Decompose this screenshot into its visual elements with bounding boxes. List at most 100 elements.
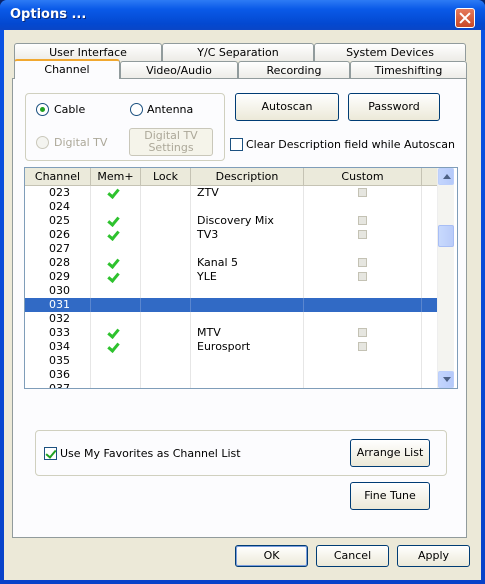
cell-lock[interactable] (141, 312, 191, 326)
cell-custom[interactable] (304, 270, 422, 284)
clear-description-label[interactable]: Clear Description field while Autoscan (246, 138, 455, 151)
cell-lock[interactable] (141, 242, 191, 256)
cell-custom[interactable] (304, 298, 422, 312)
header-lock[interactable]: Lock (141, 168, 191, 185)
antenna-label[interactable]: Antenna (147, 103, 193, 116)
antenna-radio[interactable] (130, 103, 143, 116)
custom-checkbox[interactable] (358, 216, 367, 225)
cell-custom[interactable] (304, 242, 422, 256)
cell-mem[interactable] (91, 242, 141, 256)
fine-tune-button[interactable]: Fine Tune (350, 482, 430, 510)
cell-lock[interactable] (141, 326, 191, 340)
cell-desc[interactable]: TV3 (191, 228, 304, 242)
cell-custom[interactable] (304, 284, 422, 298)
custom-checkbox[interactable] (358, 328, 367, 337)
cell-desc[interactable] (191, 382, 304, 388)
cell-channel[interactable]: 028 (25, 256, 91, 270)
table-row[interactable]: 024 (25, 200, 439, 214)
cell-desc[interactable] (191, 200, 304, 214)
table-row[interactable]: 037 (25, 382, 439, 388)
custom-checkbox[interactable] (358, 342, 367, 351)
cell-channel[interactable]: 031 (25, 298, 91, 312)
cell-desc[interactable] (191, 368, 304, 382)
ok-button[interactable]: OK (235, 545, 308, 567)
table-row[interactable]: 027 (25, 242, 439, 256)
table-row[interactable]: 025 Discovery Mix (25, 214, 439, 228)
cell-mem[interactable] (91, 228, 141, 242)
cell-desc[interactable]: ZTV (191, 186, 304, 200)
table-row[interactable]: 030 (25, 284, 439, 298)
cell-mem[interactable] (91, 284, 141, 298)
cell-channel[interactable]: 030 (25, 284, 91, 298)
tab-timeshifting[interactable]: Timeshifting (350, 61, 467, 79)
cell-channel[interactable]: 024 (25, 200, 91, 214)
table-row[interactable]: 033 MTV (25, 326, 439, 340)
cell-lock[interactable] (141, 382, 191, 388)
cell-custom[interactable] (304, 200, 422, 214)
cell-mem[interactable] (91, 368, 141, 382)
cell-custom[interactable] (304, 312, 422, 326)
apply-button[interactable]: Apply (397, 545, 470, 567)
cell-desc[interactable]: Eurosport (191, 340, 304, 354)
cell-channel[interactable]: 026 (25, 228, 91, 242)
tab-channel[interactable]: Channel (14, 59, 120, 79)
cell-desc[interactable] (191, 354, 304, 368)
cell-lock[interactable] (141, 186, 191, 200)
cell-custom[interactable] (304, 368, 422, 382)
cell-desc[interactable]: Discovery Mix (191, 214, 304, 228)
custom-checkbox[interactable] (358, 230, 367, 239)
header-custom[interactable]: Custom (304, 168, 422, 185)
cell-channel[interactable]: 037 (25, 382, 91, 388)
cancel-button[interactable]: Cancel (316, 545, 389, 567)
cell-channel[interactable]: 029 (25, 270, 91, 284)
custom-checkbox[interactable] (358, 272, 367, 281)
cell-custom[interactable] (304, 382, 422, 388)
cell-channel[interactable]: 035 (25, 354, 91, 368)
cell-mem[interactable] (91, 186, 141, 200)
cell-channel[interactable]: 023 (25, 186, 91, 200)
clear-description-checkbox[interactable] (230, 138, 243, 151)
arrow-up-icon[interactable] (438, 168, 454, 185)
cell-mem[interactable] (91, 256, 141, 270)
cell-custom[interactable] (304, 256, 422, 270)
cell-lock[interactable] (141, 270, 191, 284)
table-row[interactable]: 028 Kanal 5 (25, 256, 439, 270)
cell-desc[interactable]: Kanal 5 (191, 256, 304, 270)
cell-mem[interactable] (91, 382, 141, 388)
cell-custom[interactable] (304, 340, 422, 354)
cell-lock[interactable] (141, 214, 191, 228)
tab-yc-separation[interactable]: Y/C Separation (162, 43, 314, 61)
favorites-label[interactable]: Use My Favorites as Channel List (60, 447, 241, 460)
cell-channel[interactable]: 036 (25, 368, 91, 382)
cell-channel[interactable]: 034 (25, 340, 91, 354)
cell-mem[interactable] (91, 270, 141, 284)
cell-lock[interactable] (141, 200, 191, 214)
arrange-list-button[interactable]: Arrange List (350, 439, 430, 467)
cell-lock[interactable] (141, 256, 191, 270)
table-row[interactable]: 026 TV3 (25, 228, 439, 242)
table-row[interactable]: 034 Eurosport (25, 340, 439, 354)
cell-desc[interactable] (191, 312, 304, 326)
table-row[interactable]: 029 YLE (25, 270, 439, 284)
cell-lock[interactable] (141, 340, 191, 354)
cell-lock[interactable] (141, 368, 191, 382)
scroll-thumb[interactable] (438, 225, 454, 247)
header-description[interactable]: Description (191, 168, 304, 185)
favorites-checkbox[interactable] (44, 447, 57, 460)
cell-lock[interactable] (141, 298, 191, 312)
autoscan-button[interactable]: Autoscan (235, 93, 339, 121)
tab-video-audio[interactable]: Video/Audio (120, 61, 238, 79)
cell-mem[interactable] (91, 326, 141, 340)
table-row[interactable]: 031 (25, 298, 439, 312)
cell-mem[interactable] (91, 214, 141, 228)
table-row[interactable]: 032 (25, 312, 439, 326)
cell-custom[interactable] (304, 354, 422, 368)
cable-radio[interactable] (36, 103, 49, 116)
cell-desc[interactable] (191, 242, 304, 256)
cell-mem[interactable] (91, 354, 141, 368)
arrow-down-icon[interactable] (438, 371, 454, 388)
cell-lock[interactable] (141, 354, 191, 368)
cell-channel[interactable]: 032 (25, 312, 91, 326)
cell-mem[interactable] (91, 312, 141, 326)
close-icon[interactable] (455, 8, 475, 28)
